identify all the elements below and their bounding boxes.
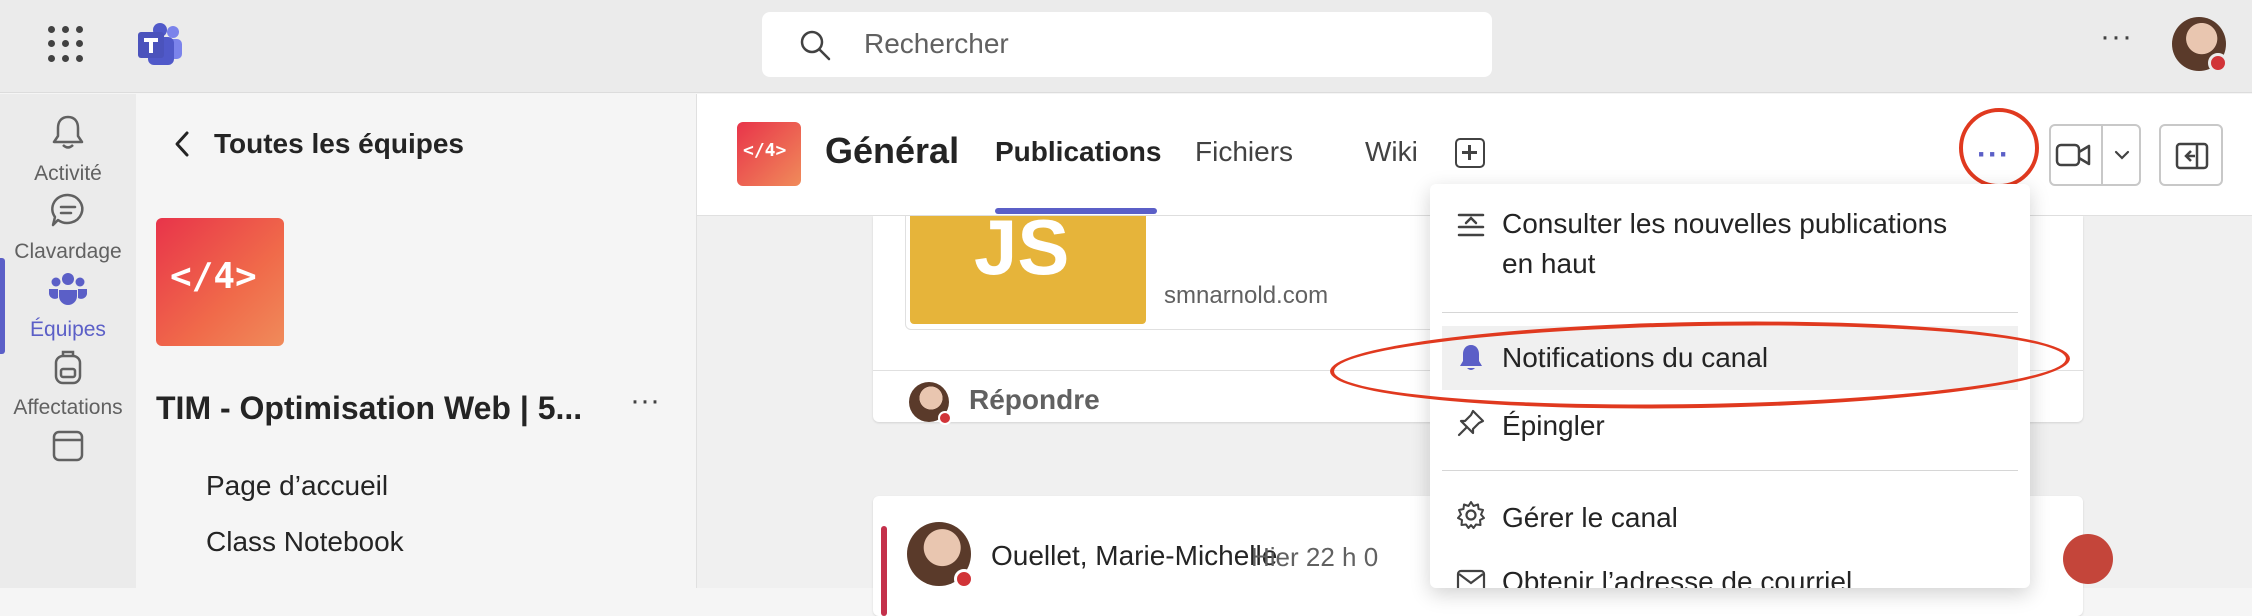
menu-item-get-email-address[interactable]: Obtenir l’adresse de courriel [1430,548,2030,588]
team-more-options-icon[interactable]: ··· [630,384,660,418]
menu-divider [1442,312,2018,313]
search-icon [800,30,831,61]
backpack-icon [54,350,82,385]
post-author[interactable]: Ouellet, Marie-Michelle [991,540,1277,572]
annotation-circle [1959,108,2039,188]
nav-item-class-notebook[interactable]: Class Notebook [206,526,404,558]
link-preview-thumbnail: JS [910,216,1146,324]
tab-publications[interactable]: Publications [995,136,1161,168]
menu-label: en haut [1502,248,1596,279]
add-tab-icon[interactable] [1455,138,1485,168]
chat-icon [51,193,84,227]
presence-busy-icon [954,569,974,589]
active-tab-indicator [995,208,1157,214]
nav-item-home[interactable]: Page d’accueil [206,470,388,502]
all-teams-link[interactable]: Toutes les équipes [214,128,464,160]
pin-icon [1457,409,1485,437]
reply-avatar [909,382,952,425]
menu-item-new-posts-on-top[interactable]: Consulter les nouvelles publications en … [1430,204,2030,294]
mail-icon [1456,569,1486,588]
post-timestamp: Hier 22 h 0 [1251,542,1379,572]
channel-avatar-text: </4> [743,140,787,161]
thumbnail-text: JS [974,216,1070,291]
more-options-icon[interactable]: ··· [2100,20,2133,54]
chevron-left-icon[interactable] [172,130,192,158]
tab-wiki[interactable]: Wiki [1365,136,1418,168]
link-domain: smnarnold.com [1164,282,1329,309]
teams-side-panel: Toutes les équipes </4> TIM - Optimisati… [136,94,696,588]
menu-label: Consulter les nouvelles publications [1502,208,1948,239]
presence-busy-icon [938,411,952,425]
side-panel-icon [2175,142,2209,170]
reaction-icon[interactable] [2063,534,2113,584]
calendar-icon [52,430,84,462]
menu-label: Obtenir l’adresse de courriel [1502,566,1853,588]
channel-avatar: </4> [737,122,801,186]
app-rail: Activité Clavardage Équipes Affectations [0,94,136,588]
video-camera-icon[interactable] [2055,142,2091,168]
menu-label: Épingler [1502,410,1605,441]
meet-button-group[interactable] [2049,124,2141,186]
channel-title: Général [825,130,960,171]
search-bar[interactable] [762,12,1492,77]
team-name[interactable]: TIM - Optimisation Web | 5... [156,390,616,427]
chevron-down-icon[interactable] [2113,146,2131,164]
menu-item-manage-channel[interactable]: Gérer le canal [1430,484,2030,548]
reply-button[interactable]: Répondre [969,384,1100,416]
teams-logo-icon [138,23,182,65]
author-avatar[interactable] [907,522,974,589]
presence-busy-icon [2208,53,2228,73]
top-bar: ··· [0,0,2252,93]
menu-label: Gérer le canal [1502,502,1678,533]
open-side-panel-button[interactable] [2159,124,2223,186]
settings-icon [1457,501,1485,529]
rail-item-calendar[interactable] [0,406,136,518]
team-avatar: </4> [156,218,284,346]
button-divider [2101,126,2103,184]
team-avatar-text: </4> [170,256,257,297]
user-avatar[interactable] [2172,17,2228,73]
teams-icon [49,273,87,305]
bell-icon [52,115,84,149]
menu-divider [1442,470,2018,471]
app-launcher-icon[interactable] [48,26,84,62]
post-accent-bar [881,526,887,616]
sort-new-top-icon [1457,213,1485,237]
tab-files[interactable]: Fichiers [1195,136,1293,168]
search-input[interactable] [864,24,1464,64]
